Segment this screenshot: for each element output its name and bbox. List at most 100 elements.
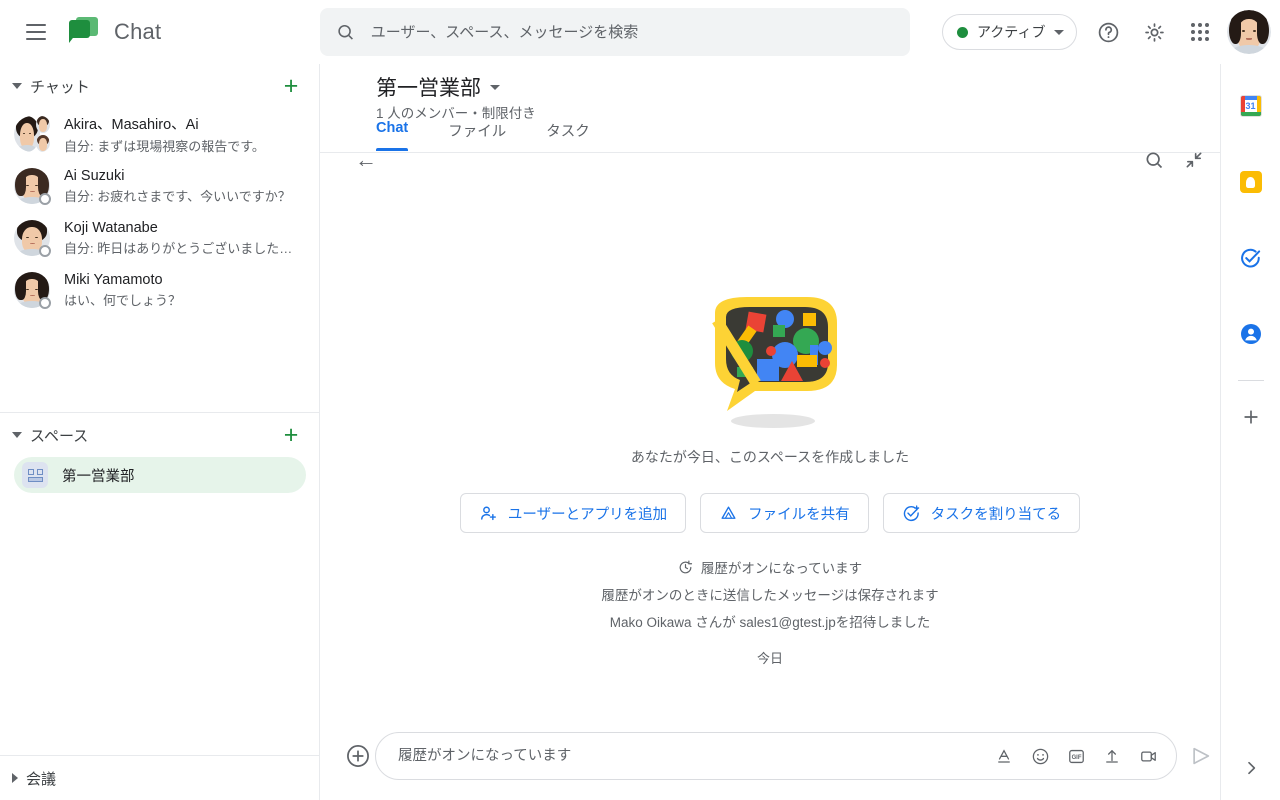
calendar-icon[interactable]: 31 (1229, 84, 1273, 128)
search-input[interactable] (370, 23, 894, 41)
message-input[interactable] (398, 748, 990, 764)
list-item-snippet: 自分: お疲れさまです、今いいですか？ (64, 188, 291, 204)
contacts-icon[interactable] (1229, 312, 1273, 356)
list-item[interactable]: Ai Suzuki 自分: お疲れさまです、今いいですか？ (0, 160, 319, 212)
add-person-icon (480, 506, 496, 520)
sidebar: チャット + Akira、Masahiro、Ai 自分: まずは現場視察の報告で… (0, 64, 320, 800)
avatar[interactable] (1227, 10, 1271, 54)
chevron-down-icon (490, 84, 500, 90)
space-label: 第一営業部 (62, 468, 135, 485)
day-divider: 今日 (756, 651, 783, 666)
list-item[interactable]: Akira、Masahiro、Ai 自分: まずは現場視察の報告です。 (0, 108, 319, 160)
history-subtitle: 履歴がオンのときに送信したメッセージは保存されます (601, 588, 939, 603)
status-badge (39, 245, 51, 257)
compose-input-box[interactable]: GIF (375, 732, 1177, 780)
calendar-day-number: 31 (1244, 100, 1257, 112)
search-bar[interactable] (320, 8, 910, 56)
meetings-section-title: 会議 (26, 770, 57, 788)
apps-grid-icon[interactable] (1184, 16, 1216, 48)
history-status: 履歴がオンになっています (320, 557, 1220, 577)
tabs: Chat ファイル タスク (376, 120, 590, 151)
space-title-dropdown[interactable]: 第一営業部 (376, 72, 500, 102)
chevron-down-icon[interactable] (12, 83, 22, 89)
chat-logo-icon (68, 17, 102, 47)
add-people-button[interactable]: ユーザーとアプリを追加 (459, 493, 687, 533)
status-dot-icon (957, 26, 968, 38)
tasks-icon[interactable] (1229, 236, 1273, 280)
chat-bubble-illustration (685, 293, 855, 433)
video-icon[interactable] (1134, 742, 1162, 770)
space-subtitle: 1 人のメンバー・制限付き (376, 106, 536, 121)
add-people-label: ユーザーとアプリを追加 (507, 506, 668, 523)
emoji-icon[interactable] (1026, 742, 1054, 770)
top-bar: Chat アクティブ (0, 0, 1280, 64)
space-icon (22, 462, 48, 488)
chevron-down-icon (1054, 29, 1065, 35)
chat-section-title: チャット (30, 78, 90, 96)
keep-icon[interactable] (1229, 160, 1273, 204)
share-file-button[interactable]: ファイルを共有 (700, 493, 869, 533)
page-title: 第一営業部 (376, 77, 481, 100)
task-add-icon (903, 504, 919, 521)
chevron-right-icon[interactable] (1233, 750, 1269, 786)
sidebar-item-space[interactable]: 第一営業部 (14, 457, 306, 493)
invite-note: Mako Oikawa さんが sales1@gtest.jpを招待しました (609, 615, 931, 630)
action-buttons: ユーザーとアプリを追加 ファイルを共有 タスクを割り当てる (320, 493, 1220, 533)
app-title: Chat (114, 19, 162, 44)
new-chat-button[interactable]: + (277, 72, 305, 100)
status-badge (39, 193, 51, 205)
list-item-snippet: 自分: まずは現場視察の報告です。 (64, 139, 265, 154)
spaces-section: スペース + 第一営業部 (0, 412, 319, 755)
meetings-section: 会議 (0, 755, 319, 800)
status-badge (39, 297, 51, 309)
assign-task-label: タスクを割り当てる (930, 506, 1062, 523)
tab-chat[interactable]: Chat (376, 120, 409, 151)
tab-files[interactable]: ファイル (448, 120, 506, 151)
help-icon[interactable] (1092, 16, 1124, 48)
tab-tasks[interactable]: タスク (546, 120, 590, 151)
list-item-name: Ai Suzuki (64, 167, 125, 184)
spaces-section-header: スペース + (0, 413, 319, 457)
avatar (14, 168, 51, 205)
upload-icon[interactable] (1098, 742, 1126, 770)
gif-icon[interactable]: GIF (1062, 742, 1090, 770)
gear-icon[interactable] (1138, 16, 1170, 48)
list-item[interactable]: Koji Watanabe 自分: 昨日はありがとうございました… (0, 212, 319, 264)
send-icon[interactable] (1186, 741, 1216, 771)
chevron-down-icon[interactable] (12, 432, 22, 438)
share-file-label: ファイルを共有 (748, 506, 850, 523)
avatar (14, 220, 51, 257)
assign-task-button[interactable]: タスクを割り当てる (882, 493, 1081, 533)
history-title: 履歴がオンになっています (700, 561, 863, 576)
message-area: あなたが今日、このスペースを作成しました ユーザーとアプリを追加 ファイルを共有… (320, 153, 1220, 712)
chat-section-header: チャット + (0, 64, 319, 108)
list-item-name: Koji Watanabe (64, 219, 158, 236)
status-chip[interactable]: アクティブ (942, 14, 1078, 50)
compose-icons: GIF (990, 742, 1162, 770)
list-item[interactable]: Miki Yamamoto はい、何でしょう？ (0, 264, 319, 316)
group-avatar (14, 116, 50, 152)
hamburger-menu-icon[interactable] (12, 8, 60, 56)
history-clock-icon (679, 560, 692, 573)
compose-bar: GIF (320, 712, 1220, 800)
svg-text:GIF: GIF (1071, 754, 1081, 760)
chevron-right-icon[interactable] (12, 773, 18, 783)
welcome-text: あなたが今日、このスペースを作成しました (630, 449, 910, 465)
format-text-icon[interactable] (990, 742, 1018, 770)
avatar (14, 272, 51, 309)
new-space-button[interactable]: + (277, 421, 305, 449)
right-rail: 31 (1220, 64, 1280, 800)
welcome-block: あなたが今日、このスペースを作成しました ユーザーとアプリを追加 ファイルを共有… (320, 293, 1220, 667)
meetings-section-header[interactable]: 会議 (0, 756, 319, 800)
list-item-snippet: 自分: 昨日はありがとうございました… (64, 240, 293, 256)
brand: Chat (68, 17, 161, 47)
list-item-snippet: はい、何でしょう？ (64, 292, 182, 308)
search-icon (338, 24, 353, 40)
divider (1237, 380, 1264, 381)
main-panel: ← 第一営業部 1 人のメンバー・制限付き Chat ファイル タスク あなたが… (320, 64, 1220, 800)
status-label: アクティブ (977, 24, 1046, 40)
add-icon[interactable] (1229, 395, 1273, 439)
plus-circle-icon[interactable] (340, 738, 376, 774)
list-item-name: Miki Yamamoto (64, 271, 163, 288)
spaces-section-title: スペース (30, 427, 89, 445)
